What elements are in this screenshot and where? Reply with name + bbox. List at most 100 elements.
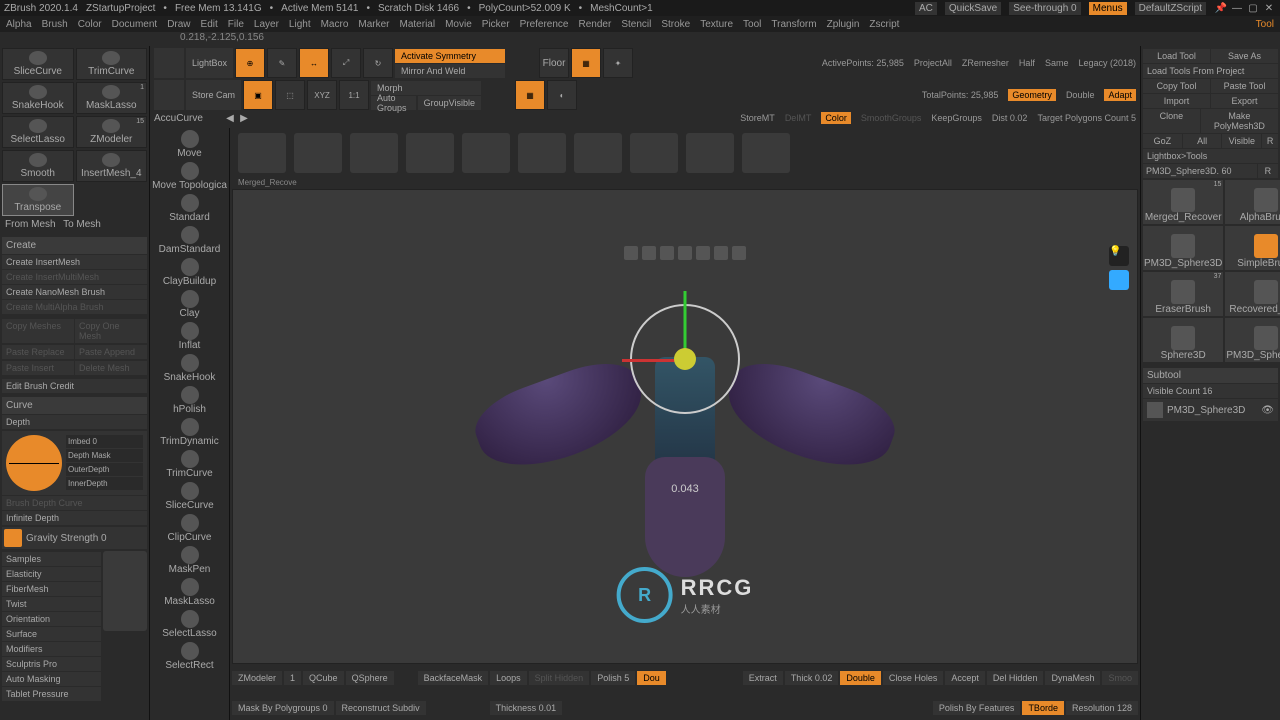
frame-button[interactable]: ⬚ <box>275 80 305 110</box>
loops-button[interactable]: Loops <box>490 671 527 685</box>
menu-color[interactable]: Color <box>78 19 102 30</box>
bl-clay[interactable]: Clay <box>150 288 229 320</box>
target-polygons[interactable]: Target Polygons Count 5 <box>1037 113 1136 123</box>
elasticity-section[interactable]: Elasticity <box>2 567 101 581</box>
polyframe-icon[interactable] <box>1109 270 1129 290</box>
next-cam-icon[interactable]: ▶ <box>238 113 250 124</box>
twist-section[interactable]: Twist <box>2 597 101 611</box>
export-button[interactable]: Export <box>1211 94 1278 108</box>
menus-button[interactable]: Menus <box>1089 2 1127 15</box>
tborde-toggle[interactable]: TBorde <box>1022 701 1064 715</box>
polish-features[interactable]: Polish By Features <box>933 701 1021 715</box>
mesh-thumb[interactable] <box>686 133 734 173</box>
prev-cam-icon[interactable]: ◀ <box>224 113 236 124</box>
move-tool[interactable]: Move <box>150 128 229 160</box>
default-script[interactable]: DefaultZScript <box>1135 2 1206 15</box>
tool-thumb[interactable]: Recovered_Tool <box>1225 272 1280 316</box>
infinite-depth[interactable]: Infinite Depth <box>2 511 147 525</box>
fibermesh-section[interactable]: FiberMesh <box>2 582 101 596</box>
move-topological[interactable]: Move Topologica <box>150 160 229 192</box>
surface-section[interactable]: Surface <box>2 627 101 641</box>
accept-button[interactable]: Accept <box>945 671 985 685</box>
persp-button[interactable]: ▦ <box>571 48 601 78</box>
bl-selectlasso[interactable]: SelectLasso <box>150 608 229 640</box>
lightbox-button[interactable]: LightBox <box>186 48 233 78</box>
closeholes-button[interactable]: Close Holes <box>883 671 944 685</box>
brush-smooth[interactable]: Smooth <box>2 150 74 182</box>
imbed-slider[interactable]: Imbed 0 <box>66 435 143 448</box>
menu-transform[interactable]: Transform <box>771 19 816 30</box>
active-tool-name[interactable]: PM3D_Sphere3D. 60 <box>1143 164 1257 178</box>
qsphere-button[interactable]: QSphere <box>346 671 394 685</box>
bpr-icon[interactable] <box>154 80 184 110</box>
mesh-thumb[interactable] <box>518 133 566 173</box>
gravity-slider[interactable]: Gravity Strength 0 <box>26 533 107 544</box>
geometry-button[interactable]: Geometry <box>1008 89 1056 101</box>
visible-count[interactable]: Visible Count 16 <box>1143 384 1278 398</box>
clone-button[interactable]: Clone <box>1143 109 1200 133</box>
bl-snakehook[interactable]: SnakeHook <box>150 352 229 384</box>
reconstruct-button[interactable]: Reconstruct Subdiv <box>336 701 426 715</box>
menu-tool[interactable]: Tool <box>743 19 761 30</box>
menu-picker[interactable]: Picker <box>482 19 510 30</box>
gizmo-center[interactable] <box>674 348 696 370</box>
menu-layer[interactable]: Layer <box>254 19 279 30</box>
polish5-slider[interactable]: Polish 5 <box>591 671 635 685</box>
menu-marker[interactable]: Marker <box>358 19 389 30</box>
tool-palette-label[interactable]: Tool <box>1256 19 1274 30</box>
edit-brush-credit[interactable]: Edit Brush Credit <box>2 379 147 393</box>
samples-section[interactable]: Samples <box>2 552 101 566</box>
mesh-thumb[interactable] <box>294 133 342 173</box>
autogroups-button[interactable]: Auto Groups <box>371 96 416 110</box>
brush-insertmesh4[interactable]: InsertMesh_4 <box>76 150 148 182</box>
menu-material[interactable]: Material <box>400 19 436 30</box>
menu-draw[interactable]: Draw <box>167 19 190 30</box>
minimize-icon[interactable]: — <box>1230 3 1244 14</box>
backfacemask-button[interactable]: BackfaceMask <box>418 671 489 685</box>
bl-inflat[interactable]: Inflat <box>150 320 229 352</box>
brush-masklasso[interactable]: MaskLasso1 <box>76 82 148 114</box>
brush-selectlasso[interactable]: SelectLasso <box>2 116 74 148</box>
bl-clipcurve[interactable]: ClipCurve <box>150 512 229 544</box>
floor-button[interactable]: Floor <box>539 48 569 78</box>
menu-file[interactable]: File <box>228 19 244 30</box>
depth-row[interactable]: Depth <box>2 415 147 429</box>
maximize-icon[interactable]: ▢ <box>1246 3 1260 14</box>
pin-icon[interactable]: 📌 <box>1214 3 1228 14</box>
extract-button[interactable]: Extract <box>743 671 783 685</box>
menu-zplugin[interactable]: Zplugin <box>827 19 860 30</box>
import-button[interactable]: Import <box>1143 94 1210 108</box>
spotlight-icon[interactable]: 💡 <box>1109 246 1129 266</box>
bl-masklasso[interactable]: MaskLasso <box>150 576 229 608</box>
bl-damstandard[interactable]: DamStandard <box>150 224 229 256</box>
dist-slider[interactable]: Dist 0.02 <box>992 113 1028 123</box>
ac-button[interactable]: AC <box>915 2 937 15</box>
projectall-button[interactable]: ProjectAll <box>914 58 952 68</box>
mesh-thumb[interactable] <box>238 133 286 173</box>
mesh-thumb[interactable] <box>742 133 790 173</box>
mesh-thumb[interactable] <box>630 133 678 173</box>
mesh-thumb[interactable] <box>462 133 510 173</box>
curve-section[interactable]: Curve <box>2 397 147 414</box>
dynamesh-button[interactable]: DynaMesh <box>1045 671 1100 685</box>
menu-render[interactable]: Render <box>579 19 612 30</box>
menu-edit[interactable]: Edit <box>201 19 218 30</box>
brush-zmodeler[interactable]: ZModeler15 <box>76 116 148 148</box>
make-polymesh-button[interactable]: Make PolyMesh3D <box>1201 109 1278 133</box>
bl-hpolish[interactable]: hPolish <box>150 384 229 416</box>
mesh-thumb[interactable] <box>574 133 622 173</box>
tool-thumb[interactable]: Merged_Recover15 <box>1143 180 1223 224</box>
bl-maskpen[interactable]: MaskPen <box>150 544 229 576</box>
bl-slicecurve[interactable]: SliceCurve <box>150 480 229 512</box>
move-button[interactable]: ↔ <box>299 48 329 78</box>
goz-button[interactable]: GoZ <box>1143 134 1182 148</box>
draw-button[interactable]: ✎ <box>267 48 297 78</box>
bl-trimdynamic[interactable]: TrimDynamic <box>150 416 229 448</box>
goz-visible-button[interactable]: Visible <box>1222 134 1261 148</box>
menu-document[interactable]: Document <box>112 19 158 30</box>
goz-all-button[interactable]: All <box>1183 134 1222 148</box>
delhidden-button[interactable]: Del Hidden <box>987 671 1044 685</box>
same-button[interactable]: Same <box>1045 58 1069 68</box>
adapt-button[interactable]: Adapt <box>1104 89 1136 101</box>
menu-brush[interactable]: Brush <box>42 19 68 30</box>
